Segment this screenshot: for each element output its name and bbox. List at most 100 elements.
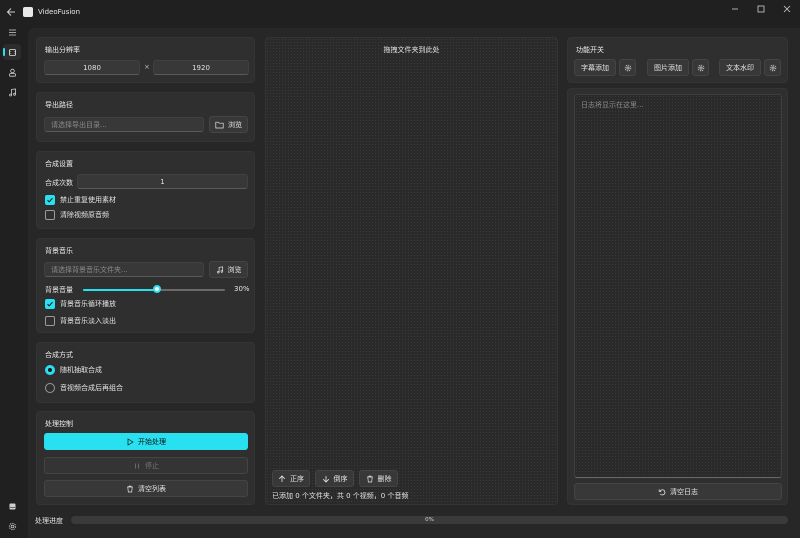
clear-list-button[interactable]: 清空列表	[44, 480, 248, 497]
export-title: 导出路径	[45, 101, 73, 109]
clear-audio-checkbox[interactable]: 清除视频原音频	[45, 210, 109, 220]
volume-slider-thumb[interactable]	[152, 285, 161, 293]
delete-label: 删除	[377, 474, 392, 483]
watermark-toggle-button[interactable]: 文本水印	[719, 59, 761, 76]
sort-asc-label: 正序	[290, 474, 304, 483]
sort-desc-button[interactable]: 倒序	[315, 470, 354, 487]
volume-slider-fill	[83, 289, 157, 291]
subtitle-settings-button[interactable]	[619, 59, 636, 76]
subtitle-toggle-button[interactable]: 字幕添加	[574, 59, 616, 76]
loop-checkbox-box[interactable]	[45, 299, 55, 309]
bgm-folder-input[interactable]: 请选择背景音乐文件夹...	[44, 262, 204, 277]
features-title: 功能开关	[576, 46, 604, 54]
synthesis-count-input[interactable]: 1	[77, 174, 248, 189]
music-note-icon	[216, 265, 223, 273]
subtitle-label: 字幕添加	[581, 63, 609, 72]
folder-icon	[215, 121, 224, 128]
image-toggle-button[interactable]: 图片添加	[647, 59, 689, 76]
control-card: 处理控制 开始处理 停止 清空列表	[36, 411, 255, 505]
control-title: 处理控制	[45, 420, 73, 428]
stop-label: 停止	[145, 461, 159, 470]
nav-rail	[0, 24, 24, 538]
method-combine-radio[interactable]: 音视频合成后再组合	[45, 383, 123, 393]
resolution-card: 输出分辨率 1080 × 1920	[36, 37, 255, 83]
synthesis-count-label: 合成次数	[45, 179, 73, 187]
method-combine-radio-dot[interactable]	[45, 383, 55, 393]
method-random-radio[interactable]: 随机抽取合成	[45, 365, 102, 375]
loop-label: 背景音乐循环播放	[60, 300, 116, 308]
method-card: 合成方式 随机抽取合成 音视频合成后再组合	[36, 342, 255, 403]
nav-settings[interactable]	[3, 518, 21, 534]
volume-value: 30%	[234, 285, 250, 293]
start-label: 开始处理	[138, 437, 166, 446]
height-input[interactable]: 1920	[153, 60, 249, 75]
clear-log-button[interactable]: 清空日志	[574, 483, 782, 500]
watermark-settings-button[interactable]	[764, 59, 781, 76]
progress-value: 0%	[425, 517, 434, 523]
no-reuse-checkbox[interactable]: 禁止重复使用素材	[45, 195, 116, 205]
fade-label: 背景音乐淡入淡出	[60, 317, 116, 325]
volume-label: 背景音量	[45, 286, 73, 294]
play-icon	[127, 437, 134, 446]
method-title: 合成方式	[45, 351, 73, 359]
nav-person[interactable]	[3, 64, 21, 80]
video-clip-icon	[8, 48, 16, 56]
trash-icon	[127, 485, 133, 492]
clear-audio-label: 清除视频原音频	[60, 211, 109, 219]
person-icon	[8, 68, 16, 77]
bgm-title: 背景音乐	[45, 247, 73, 255]
resolution-separator: ×	[144, 63, 150, 71]
progress-bar: 0%	[71, 516, 788, 524]
fade-checkbox[interactable]: 背景音乐淡入淡出	[45, 316, 116, 326]
maximize-button[interactable]	[748, 0, 774, 18]
nav-music[interactable]	[3, 84, 21, 100]
log-output[interactable]: 日志将显示在这里...	[574, 94, 782, 478]
app-logo-icon	[23, 7, 33, 17]
menu-icon	[8, 29, 16, 35]
gear-icon	[624, 64, 631, 71]
nav-storage[interactable]	[3, 498, 21, 514]
start-button[interactable]: 开始处理	[44, 433, 248, 450]
file-drop-area[interactable]: 拖拽文件夹到此处 正序 倒序 删除 已添加 0 个文件夹，共 0 个视频，0 个…	[265, 37, 558, 505]
back-button[interactable]	[0, 1, 22, 23]
watermark-label: 文本水印	[726, 63, 754, 72]
storage-icon	[9, 503, 15, 509]
window-controls	[722, 0, 800, 18]
bgm-card: 背景音乐 请选择背景音乐文件夹... 浏览 背景音量 30% 背景音乐循环播放 …	[36, 238, 255, 333]
music-note-icon	[8, 88, 16, 96]
image-settings-button[interactable]	[692, 59, 709, 76]
fade-checkbox-box[interactable]	[45, 316, 55, 326]
export-path-input[interactable]: 请选择导出目录...	[44, 117, 204, 132]
nav-menu[interactable]	[3, 24, 21, 40]
features-card: 功能开关 字幕添加 图片添加 文本水印	[567, 37, 788, 83]
sort-asc-button[interactable]: 正序	[272, 470, 310, 487]
progress-label: 处理进度	[35, 517, 63, 525]
no-reuse-checkbox-box[interactable]	[45, 195, 55, 205]
drop-title: 拖拽文件夹到此处	[383, 46, 440, 54]
image-label: 图片添加	[654, 63, 682, 72]
maximize-icon	[757, 5, 765, 13]
gear-icon	[697, 64, 704, 71]
method-combine-label: 音视频合成后再组合	[60, 384, 123, 392]
stop-button[interactable]: 停止	[44, 457, 248, 474]
gear-icon	[769, 64, 776, 71]
clear-audio-checkbox-box[interactable]	[45, 210, 55, 220]
export-browse-button[interactable]: 浏览	[209, 116, 248, 133]
bgm-browse-button[interactable]: 浏览	[209, 261, 248, 278]
export-browse-label: 浏览	[228, 120, 242, 129]
minimize-button[interactable]	[722, 0, 748, 18]
method-random-label: 随机抽取合成	[60, 366, 102, 374]
export-card: 导出路径 请选择导出目录... 浏览	[36, 92, 255, 142]
delete-button[interactable]: 删除	[359, 470, 398, 487]
undo-icon	[658, 488, 666, 495]
gear-icon	[8, 522, 16, 530]
close-button[interactable]	[774, 0, 800, 18]
log-placeholder: 日志将显示在这里...	[581, 101, 644, 109]
loop-checkbox[interactable]: 背景音乐循环播放	[45, 299, 116, 309]
nav-video[interactable]	[3, 44, 21, 60]
width-input[interactable]: 1080	[44, 60, 140, 75]
title-bar: VideoFusion	[0, 0, 800, 24]
arrow-left-icon	[6, 8, 15, 16]
arrow-up-icon	[278, 474, 286, 482]
method-random-radio-dot[interactable]	[45, 365, 55, 375]
